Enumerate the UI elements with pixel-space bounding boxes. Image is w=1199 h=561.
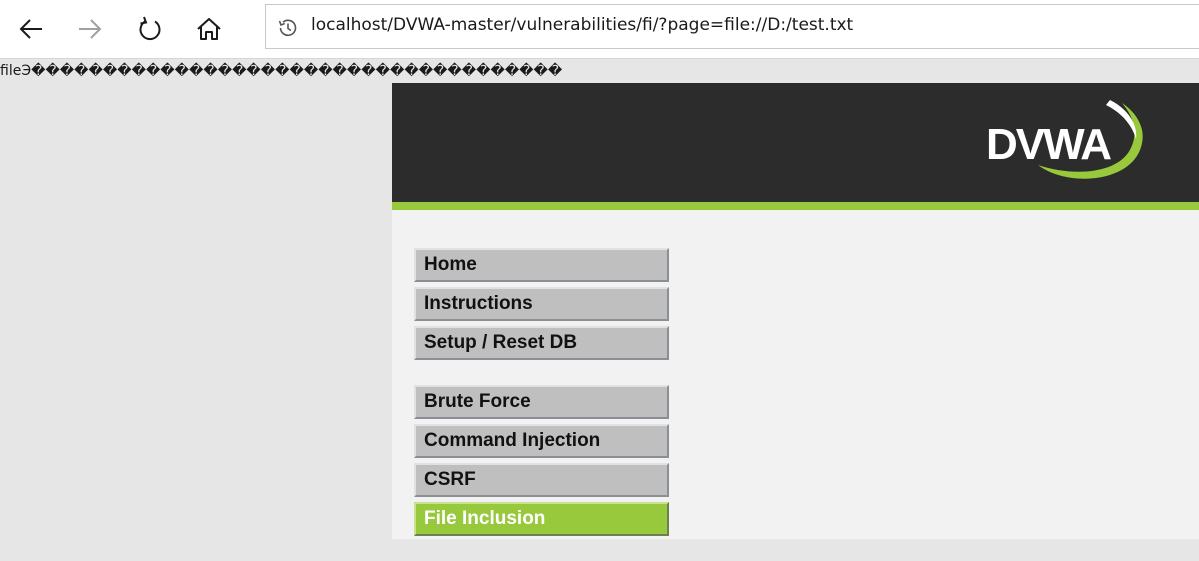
dvwa-header: DVWA: [392, 83, 1199, 210]
menu-item-command-injection[interactable]: Command Injection: [414, 424, 669, 458]
page-body: fileЭ�����������������������������������…: [0, 59, 1199, 539]
back-arrow-icon: [19, 19, 42, 39]
address-bar[interactable]: localhost/DVWA-master/vulnerabilities/fi…: [265, 4, 1199, 49]
menu-item-file-inclusion[interactable]: File Inclusion: [414, 502, 669, 536]
menu-item-instructions[interactable]: Instructions: [414, 287, 669, 321]
home-button[interactable]: [188, 8, 230, 50]
browser-toolbar: localhost/DVWA-master/vulnerabilities/fi…: [0, 0, 1199, 59]
reload-button[interactable]: [129, 8, 171, 50]
dvwa-logo: DVWA: [986, 100, 1143, 179]
menu-group-general: Home Instructions Setup / Reset DB: [414, 248, 669, 360]
menu-item-home[interactable]: Home: [414, 248, 669, 282]
menu-item-brute-force[interactable]: Brute Force: [414, 385, 669, 419]
menu-group-vulnerabilities: Brute Force Command Injection CSRF File …: [414, 385, 669, 536]
reload-icon: [139, 16, 161, 41]
url-text[interactable]: localhost/DVWA-master/vulnerabilities/fi…: [311, 15, 853, 35]
menu-item-csrf[interactable]: CSRF: [414, 463, 669, 497]
back-button[interactable]: [10, 8, 52, 50]
main-menu: Home Instructions Setup / Reset DB Brute…: [414, 248, 669, 561]
home-icon: [197, 18, 221, 40]
menu-item-setup-reset-db[interactable]: Setup / Reset DB: [414, 326, 669, 360]
history-icon: [278, 19, 297, 37]
forward-button[interactable]: [69, 8, 111, 50]
dvwa-container: DVWA Home Instructions Setup / Reset DB …: [392, 83, 1199, 539]
forward-arrow-icon: [79, 19, 102, 39]
svg-text:DVWA: DVWA: [986, 120, 1111, 169]
included-file-output: fileЭ�����������������������������������…: [0, 63, 563, 79]
